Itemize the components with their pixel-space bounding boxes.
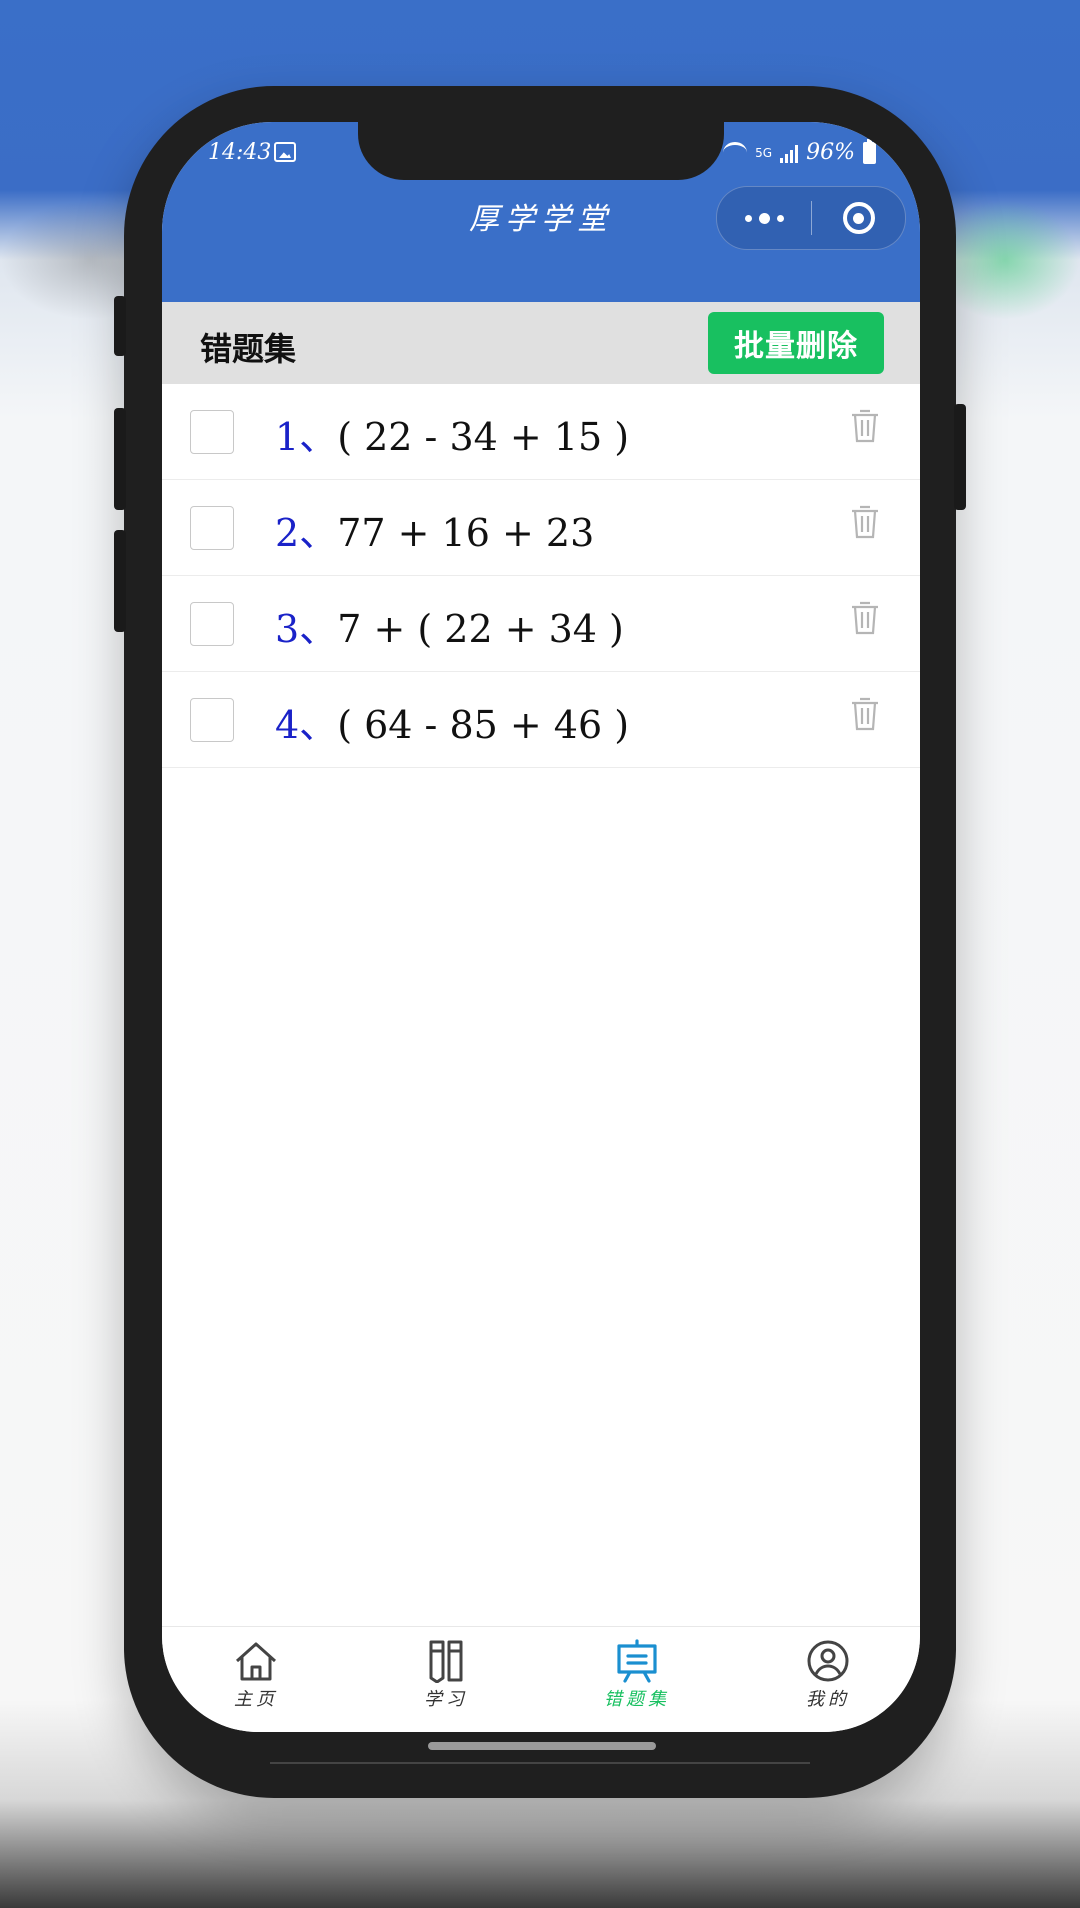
- tab-label: 学习: [424, 1689, 468, 1710]
- tab-wrong-questions[interactable]: 错题集: [577, 1639, 697, 1711]
- network-label: 5G: [755, 145, 773, 160]
- tab-mine[interactable]: 我的: [768, 1639, 888, 1711]
- miniprogram-capsule: [716, 186, 906, 250]
- question-expression: 7 + ( 22 + 34 ): [337, 607, 624, 651]
- question-expression: ( 64 - 85 + 46 ): [337, 703, 630, 747]
- question-text: 2、77 + 16 + 23: [275, 502, 594, 557]
- question-text: 1、( 22 - 34 + 15 ): [275, 406, 629, 461]
- select-checkbox[interactable]: [190, 506, 234, 550]
- book-icon: [429, 1640, 463, 1683]
- tab-label: 错题集: [604, 1689, 670, 1710]
- signal-icon: [780, 143, 799, 163]
- question-number: 4、: [275, 703, 338, 747]
- home-indicator[interactable]: [428, 1742, 656, 1750]
- side-button: [114, 296, 126, 356]
- list-item: 1、( 22 - 34 + 15 ): [162, 384, 920, 480]
- status-time: 14:43: [208, 140, 272, 165]
- select-checkbox[interactable]: [190, 410, 234, 454]
- question-number: 3、: [275, 607, 338, 651]
- trash-icon[interactable]: [850, 504, 880, 540]
- toolbar: 错题集 批量删除: [162, 302, 920, 384]
- tab-study[interactable]: 学习: [386, 1639, 506, 1711]
- more-dots-icon[interactable]: [717, 187, 811, 249]
- tab-home[interactable]: 主页: [196, 1639, 316, 1711]
- side-button: [114, 530, 126, 632]
- trash-icon[interactable]: [850, 600, 880, 636]
- bottom-divider: [270, 1762, 810, 1764]
- trash-icon[interactable]: [850, 696, 880, 732]
- tab-label: 我的: [806, 1689, 850, 1710]
- phone-notch: [358, 122, 724, 180]
- board-icon: [617, 1639, 657, 1683]
- status-right: 5G 96%: [723, 138, 876, 165]
- tab-bar: 主页 学习 错题集 我的: [162, 1626, 920, 1732]
- question-expression: ( 22 - 34 + 15 ): [337, 415, 630, 459]
- page-title: 错题集: [200, 330, 297, 368]
- question-text: 3、7 + ( 22 + 34 ): [275, 598, 624, 653]
- side-button: [954, 404, 966, 510]
- phone-screen: 14:43 5G 96% 厚学学堂 错题集 批量删除 1、( 22 - 34 +…: [162, 122, 920, 1732]
- battery-level: 96%: [806, 140, 855, 165]
- user-icon: [807, 1640, 849, 1682]
- tab-label: 主页: [234, 1689, 278, 1710]
- question-number: 1、: [275, 415, 338, 459]
- trash-icon[interactable]: [850, 408, 880, 444]
- select-checkbox[interactable]: [190, 602, 234, 646]
- image-icon: [274, 142, 296, 162]
- batch-delete-button[interactable]: 批量删除: [708, 312, 884, 374]
- list-item: 3、7 + ( 22 + 34 ): [162, 576, 920, 672]
- list-item: 2、77 + 16 + 23: [162, 480, 920, 576]
- wrong-question-list: 1、( 22 - 34 + 15 ) 2、77 + 16 + 23 3、7 + …: [162, 384, 920, 768]
- side-button: [114, 408, 126, 510]
- home-icon: [235, 1642, 277, 1681]
- question-text: 4、( 64 - 85 + 46 ): [275, 694, 629, 749]
- wifi-icon: [723, 142, 748, 163]
- question-number: 2、: [275, 511, 338, 555]
- list-item: 4、( 64 - 85 + 46 ): [162, 672, 920, 768]
- select-checkbox[interactable]: [190, 698, 234, 742]
- battery-icon: [863, 138, 876, 164]
- target-circle-icon[interactable]: [812, 187, 905, 249]
- question-expression: 77 + 16 + 23: [337, 511, 595, 555]
